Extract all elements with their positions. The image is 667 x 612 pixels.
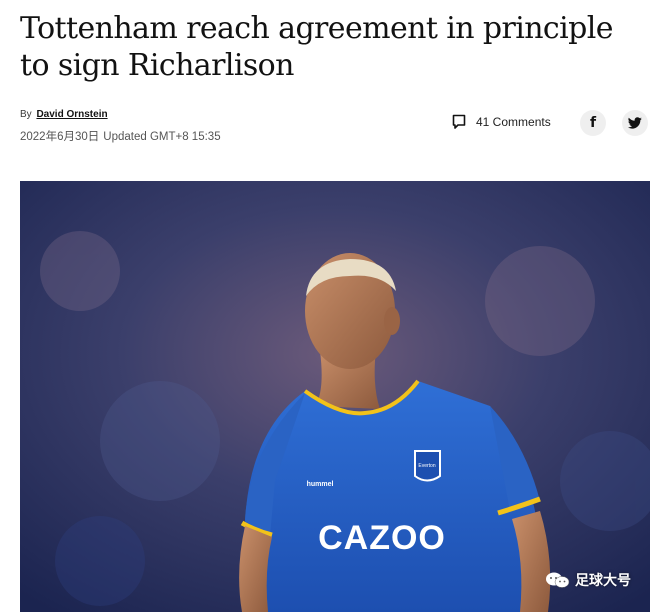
wechat-icon: [546, 572, 570, 588]
club-badge: Everton: [414, 450, 441, 482]
facebook-share-button[interactable]: f: [580, 110, 606, 136]
updated-time: Updated GMT+8 15:35: [103, 131, 221, 143]
twitter-icon: [628, 117, 642, 129]
author-link[interactable]: David Ornstein: [36, 109, 107, 120]
hero-photo: Everton hummel CAZOO: [20, 181, 650, 612]
article-headline: Tottenham reach agreement in principle t…: [20, 11, 613, 83]
byline: By David Ornstein: [20, 109, 108, 120]
facebook-icon: f: [589, 115, 597, 131]
badge-text: Everton: [418, 463, 435, 469]
hero-image: Everton hummel CAZOO: [20, 181, 650, 612]
byline-prefix: By: [20, 109, 32, 120]
kit-brand: hummel: [307, 481, 334, 488]
jersey-sponsor: CAZOO: [318, 519, 446, 557]
dateline: 2022年6月30日 Updated GMT+8 15:35: [20, 128, 221, 144]
watermark: 足球大号: [545, 570, 631, 590]
comments-link[interactable]: 41 Comments: [452, 114, 551, 130]
comment-icon: [452, 114, 466, 129]
publish-date: 2022年6月30日: [20, 131, 100, 143]
comments-count: 41 Comments: [476, 115, 551, 129]
watermark-label: 足球大号: [575, 572, 631, 588]
twitter-share-button[interactable]: [622, 110, 648, 136]
